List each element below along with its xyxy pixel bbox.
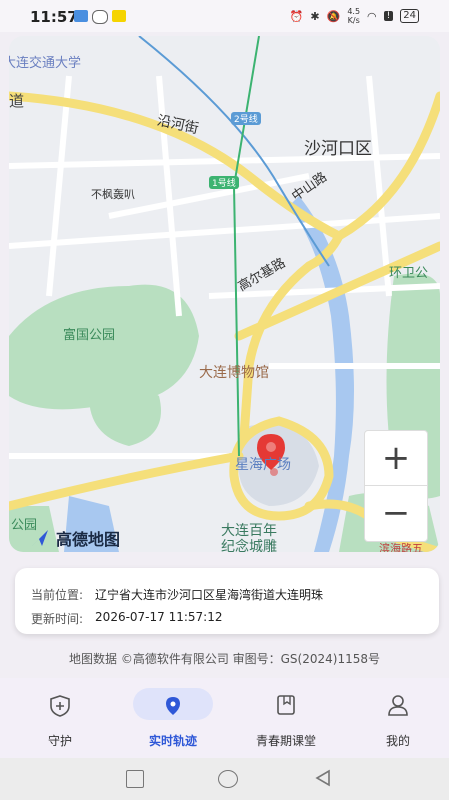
map-label-university: 大连交通大学 <box>9 56 82 71</box>
home-button[interactable] <box>218 770 238 788</box>
park-area <box>89 386 161 446</box>
notification-icons <box>74 10 126 24</box>
person-icon <box>388 695 408 716</box>
zoom-out-button[interactable]: − <box>365 486 427 540</box>
tab-realtime-track[interactable]: 实时轨迹 <box>123 678 223 758</box>
map-label-museum: 大连博物馆 <box>199 365 269 381</box>
zoom-control: + − <box>364 430 428 542</box>
app-badge-icon <box>112 10 126 22</box>
status-time: 11:57 <box>30 8 78 26</box>
wifi-icon: ◠ <box>367 9 377 23</box>
bluetooth-icon: ✱ <box>310 9 320 23</box>
map-label-xinghai: 星海广场 <box>235 457 291 473</box>
amap-logo-text: 高德地图 <box>56 530 121 549</box>
recent-apps-button[interactable] <box>126 770 144 788</box>
tab-label: 青春期课堂 <box>255 734 316 748</box>
location-pin-icon <box>166 697 180 715</box>
tab-guard[interactable]: 守护 <box>10 678 110 758</box>
tab-youth-class[interactable]: 青春期课堂 <box>236 678 336 758</box>
back-button[interactable] <box>314 769 332 787</box>
battery-icon: 24 <box>400 9 419 23</box>
map-label-line1: 1号线 <box>209 176 239 189</box>
location-label: 当前位置: <box>31 588 84 602</box>
current-location-row: 当前位置: 辽宁省大连市沙河口区星海湾街道大连明珠 <box>31 586 323 603</box>
net-speed-value: 4.5 <box>347 7 361 16</box>
tab-label: 实时轨迹 <box>148 734 197 748</box>
zoom-in-button[interactable]: + <box>365 431 427 486</box>
location-value: 辽宁省大连市沙河口区星海湾街道大连明珠 <box>95 588 324 602</box>
map-copyright: 地图数据 ©高德软件有限公司 审图号：GS(2024)1158号 <box>69 652 380 666</box>
status-bar: 11:57 ⏰ ✱ 🔕 4.5 K/s ◠ ! 24 <box>0 0 449 32</box>
net-speed-unit: K/s <box>347 16 360 25</box>
tab-label: 我的 <box>385 734 410 748</box>
net-speed: 4.5 K/s <box>347 7 360 25</box>
mute-icon: 🔕 <box>326 9 341 23</box>
map-label-huanwei: 环卫公 <box>389 266 429 281</box>
map-label-fuguo: 富国公园 <box>63 328 116 343</box>
map-label-district: 沙河口区 <box>304 139 372 159</box>
amap-logo-icon <box>32 530 48 546</box>
map-label-bufeng: 不枫轰叭 <box>91 188 135 201</box>
time-label: 更新时间: <box>31 612 84 626</box>
book-icon <box>277 695 295 715</box>
update-time-row: 更新时间: 2026-07-17 11:57:12 <box>31 610 223 627</box>
map-label-road-left: 道 <box>9 92 25 110</box>
status-right: ⏰ ✱ 🔕 4.5 K/s ◠ ! 24 <box>290 7 419 25</box>
alarm-icon: ⏰ <box>289 9 304 23</box>
map-label-centennial-2: 纪念城雕 <box>221 539 277 552</box>
tab-mine[interactable]: 我的 <box>348 678 448 758</box>
system-nav-bar <box>0 758 449 800</box>
time-value: 2026-07-17 11:57:12 <box>95 610 223 624</box>
cloud-icon <box>92 10 108 24</box>
shield-icon <box>50 695 70 717</box>
bottom-tab-bar: 守护 实时轨迹 青春期课堂 我的 <box>0 678 449 758</box>
location-info-card: 当前位置: 辽宁省大连市沙河口区星海湾街道大连明珠 更新时间: 2026-07-… <box>15 568 439 634</box>
app-notification-icon <box>74 10 88 22</box>
map-view[interactable]: 大连交通大学 道 沿河街 2号线 沙河口区 中山路 不枫轰叭 1号线 高尔基路 … <box>9 36 440 552</box>
amap-logo: 高德地图 <box>30 526 120 550</box>
tab-label: 守护 <box>47 734 72 748</box>
map-label-line2: 2号线 <box>231 112 261 125</box>
sim-alert-icon: ! <box>383 11 394 21</box>
